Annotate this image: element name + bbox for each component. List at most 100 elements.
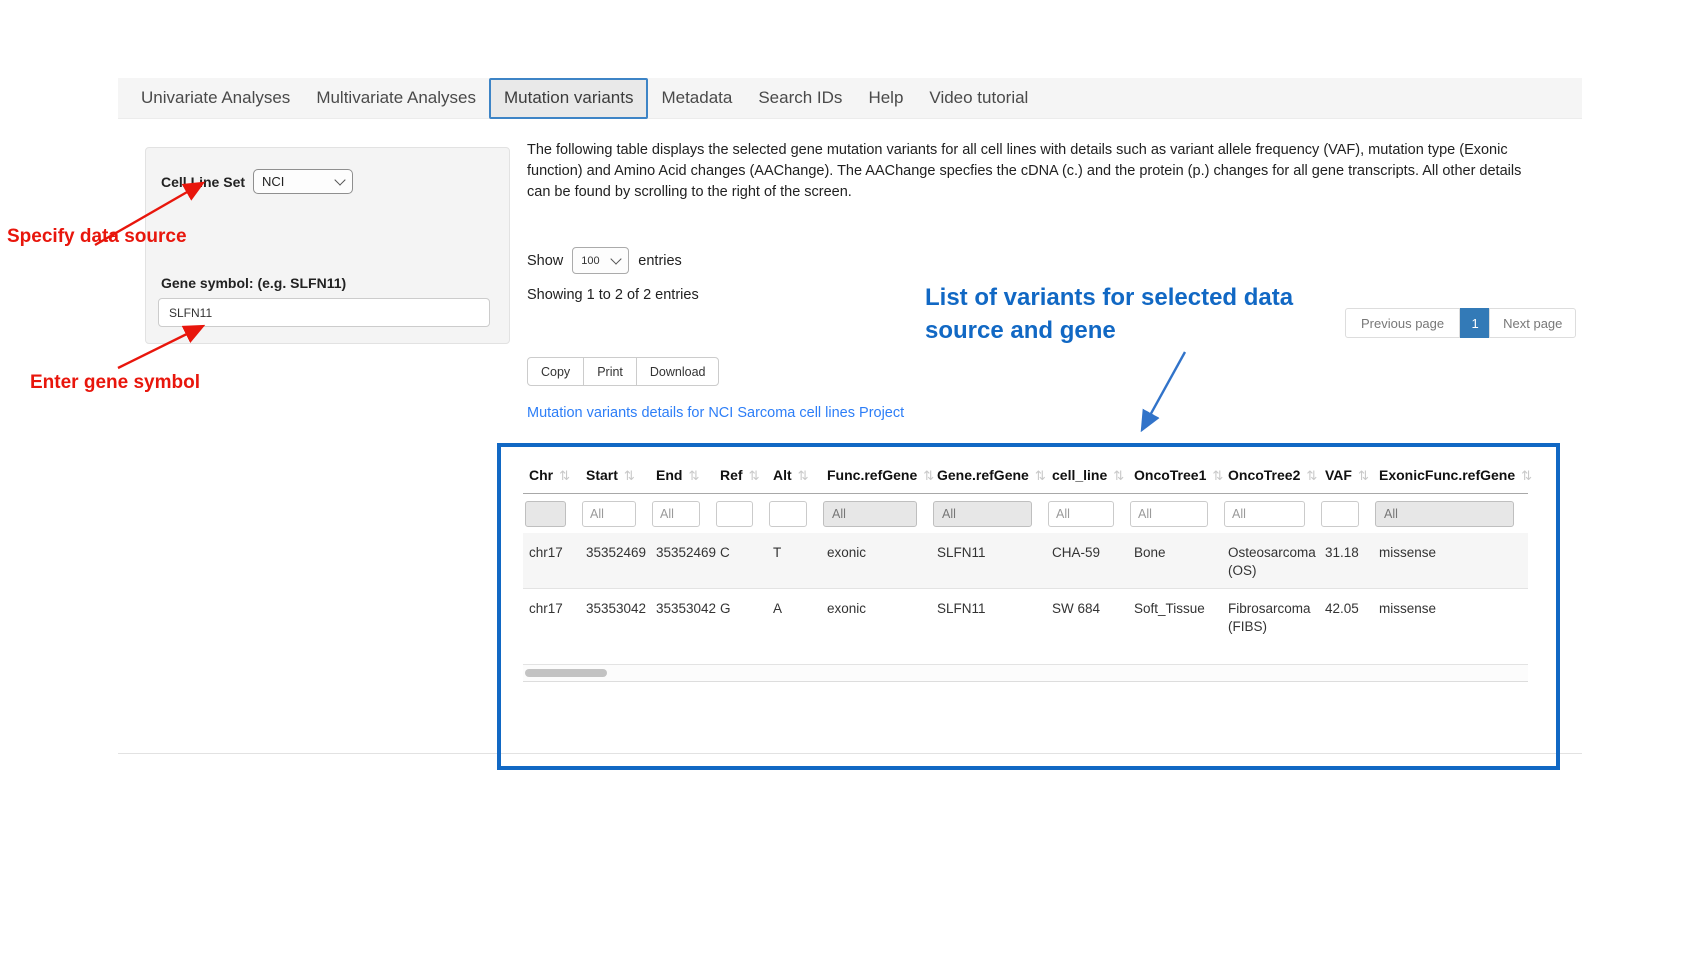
table-cell: Fibrosarcoma (FIBS) bbox=[1222, 589, 1319, 645]
page-length-select[interactable]: 100 bbox=[572, 247, 629, 274]
column-header-oncotree2[interactable]: OncoTree2 ⇅ bbox=[1222, 459, 1319, 494]
sort-icon[interactable]: ⇅ bbox=[798, 468, 809, 483]
table-cell: C bbox=[714, 533, 767, 589]
tab-mutation-variants[interactable]: Mutation variants bbox=[489, 78, 648, 119]
table-cell: SLFN11 bbox=[931, 533, 1046, 589]
sort-icon[interactable]: ⇅ bbox=[1306, 468, 1317, 483]
current-page-button[interactable]: 1 bbox=[1460, 308, 1490, 338]
column-header-label: Gene.refGene bbox=[937, 467, 1029, 483]
pagination: Previous page 1 Next page bbox=[1345, 308, 1576, 338]
filter-row: All All All bbox=[523, 494, 1528, 534]
horizontal-scrollbar-thumb[interactable] bbox=[525, 669, 607, 677]
column-header-label: Chr bbox=[529, 467, 553, 483]
table-cell: CHA-59 bbox=[1046, 533, 1128, 589]
column-header-oncotree1[interactable]: OncoTree1 ⇅ bbox=[1128, 459, 1222, 494]
tab-univariate-analyses[interactable]: Univariate Analyses bbox=[128, 78, 303, 119]
sort-icon[interactable]: ⇅ bbox=[1521, 468, 1532, 483]
sort-icon[interactable]: ⇅ bbox=[559, 468, 570, 483]
arrow-to-variants-table bbox=[1143, 352, 1185, 428]
column-header-chr[interactable]: Chr ⇅ bbox=[523, 459, 580, 494]
func-refgene-filter-select[interactable]: All bbox=[823, 501, 917, 527]
alt-filter-input[interactable] bbox=[769, 501, 807, 527]
table-cell: SW 684 bbox=[1046, 589, 1128, 645]
table-cell: 31.18 bbox=[1319, 533, 1373, 589]
table-cell: 35353042 bbox=[580, 589, 650, 645]
previous-page-button[interactable]: Previous page bbox=[1345, 308, 1460, 338]
export-button-group: Copy Print Download bbox=[527, 357, 719, 386]
vaf-filter-input[interactable] bbox=[1321, 501, 1359, 527]
tab-video-tutorial[interactable]: Video tutorial bbox=[916, 78, 1041, 119]
table-cell: G bbox=[714, 589, 767, 645]
table-cell: A bbox=[767, 589, 821, 645]
input-panel: Cell Line Set NCI Gene symbol: (e.g. SLF… bbox=[145, 147, 510, 344]
next-page-button[interactable]: Next page bbox=[1489, 308, 1576, 338]
end-filter-input[interactable] bbox=[652, 501, 700, 527]
table-cell: missense bbox=[1373, 533, 1528, 589]
oncotree1-filter-input[interactable] bbox=[1130, 501, 1208, 527]
column-header-func-refgene[interactable]: Func.refGene ⇅ bbox=[821, 459, 931, 494]
exonicfunc-filter-select[interactable]: All bbox=[1375, 501, 1514, 527]
variants-table: Chr ⇅ Start⇅ End⇅ Ref⇅ Alt ⇅ Func.refGene ⇅… bbox=[523, 459, 1528, 644]
table-cell: SLFN11 bbox=[931, 589, 1046, 645]
sort-icon[interactable]: ⇅ bbox=[749, 468, 760, 483]
sort-icon[interactable]: ⇅ bbox=[923, 468, 934, 483]
table-title-link[interactable]: Mutation variants details for NCI Sarcom… bbox=[527, 405, 904, 421]
table-row[interactable]: chr17 35352469 35352469 C T exonic SLFN1… bbox=[523, 533, 1528, 589]
print-button[interactable]: Print bbox=[583, 357, 637, 386]
sort-icon[interactable]: ⇅ bbox=[1212, 468, 1223, 483]
copy-button[interactable]: Copy bbox=[527, 357, 584, 386]
column-header-start[interactable]: Start⇅ bbox=[580, 459, 650, 494]
column-header-label: VAF bbox=[1325, 467, 1352, 483]
sort-icon[interactable]: ⇅ bbox=[1035, 468, 1046, 483]
column-header-gene-refgene[interactable]: Gene.refGene ⇅ bbox=[931, 459, 1046, 494]
table-cell: chr17 bbox=[523, 589, 580, 645]
page-length-control: Show 100 entries bbox=[527, 247, 682, 274]
column-header-end[interactable]: End⇅ bbox=[650, 459, 714, 494]
column-header-label: OncoTree1 bbox=[1134, 467, 1206, 483]
table-cell: missense bbox=[1373, 589, 1528, 645]
column-header-alt[interactable]: Alt ⇅ bbox=[767, 459, 821, 494]
sort-icon[interactable]: ⇅ bbox=[624, 468, 635, 483]
filter-value: All bbox=[1384, 507, 1398, 521]
entries-label: entries bbox=[638, 253, 682, 269]
column-header-vaf[interactable]: VAF ⇅ bbox=[1319, 459, 1373, 494]
start-filter-input[interactable] bbox=[582, 501, 636, 527]
gene-symbol-label: Gene symbol: (e.g. SLFN11) bbox=[161, 275, 346, 291]
ref-filter-input[interactable] bbox=[716, 501, 753, 527]
filter-value: All bbox=[832, 507, 846, 521]
column-header-label: Alt bbox=[773, 467, 792, 483]
column-header-label: OncoTree2 bbox=[1228, 467, 1300, 483]
cell-line-filter-input[interactable] bbox=[1048, 501, 1114, 527]
column-header-label: cell_line bbox=[1052, 467, 1107, 483]
chr-filter-select[interactable] bbox=[525, 501, 566, 527]
column-header-ref[interactable]: Ref⇅ bbox=[714, 459, 767, 494]
tab-metadata[interactable]: Metadata bbox=[648, 78, 745, 119]
page-length-value: 100 bbox=[581, 255, 599, 267]
gene-symbol-input[interactable] bbox=[158, 298, 490, 327]
table-cell: 42.05 bbox=[1319, 589, 1373, 645]
sort-icon[interactable]: ⇅ bbox=[1113, 468, 1124, 483]
horizontal-scrollbar-track[interactable] bbox=[523, 664, 1528, 682]
sort-icon[interactable]: ⇅ bbox=[1358, 468, 1369, 483]
tab-multivariate-analyses[interactable]: Multivariate Analyses bbox=[303, 78, 489, 119]
table-cell: exonic bbox=[821, 589, 931, 645]
showing-entries-status: Showing 1 to 2 of 2 entries bbox=[527, 287, 699, 303]
column-header-cell-line[interactable]: cell_line ⇅ bbox=[1046, 459, 1128, 494]
table-cell: Bone bbox=[1128, 533, 1222, 589]
annotation-specify-data-source: Specify data source bbox=[7, 226, 187, 248]
table-row[interactable]: chr17 35353042 35353042 G A exonic SLFN1… bbox=[523, 589, 1528, 645]
column-header-exonicfunc-refgene[interactable]: ExonicFunc.refGene⇅ bbox=[1373, 459, 1528, 494]
table-description: The following table displays the selecte… bbox=[527, 140, 1527, 203]
tab-help[interactable]: Help bbox=[855, 78, 916, 119]
table-cell: 35352469 bbox=[650, 533, 714, 589]
gene-refgene-filter-select[interactable]: All bbox=[933, 501, 1032, 527]
download-button[interactable]: Download bbox=[636, 357, 720, 386]
oncotree2-filter-input[interactable] bbox=[1224, 501, 1305, 527]
column-header-label: Func.refGene bbox=[827, 467, 917, 483]
chevron-down-icon bbox=[611, 253, 622, 264]
tab-search-ids[interactable]: Search IDs bbox=[745, 78, 855, 119]
show-label: Show bbox=[527, 253, 563, 269]
cell-line-set-select[interactable]: NCI bbox=[253, 169, 353, 194]
sort-icon[interactable]: ⇅ bbox=[688, 468, 699, 483]
annotation-enter-gene-symbol: Enter gene symbol bbox=[30, 372, 200, 394]
